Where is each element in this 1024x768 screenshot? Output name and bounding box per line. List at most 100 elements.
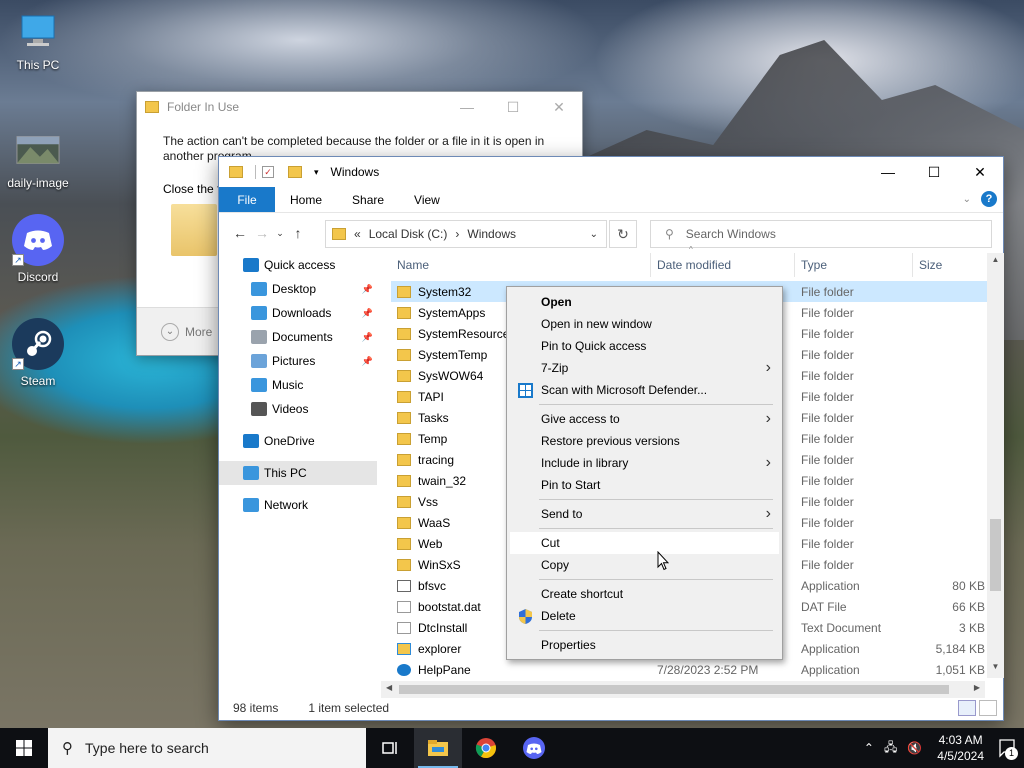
desktop-icon-label: Steam <box>20 374 56 388</box>
menu-item-restore-previous-versions[interactable]: Restore previous versions <box>510 430 779 452</box>
menu-item-send-to[interactable]: Send to › <box>510 503 779 525</box>
tab-home[interactable]: Home <box>275 187 337 212</box>
menu-item-delete[interactable]: Delete <box>510 605 779 627</box>
taskbar-chrome[interactable] <box>462 728 510 768</box>
navigation-pane: Quick access Desktop 📌 Downloads 📌 Documents 📌… <box>219 253 379 688</box>
pin-icon[interactable]: 📌 <box>362 308 373 319</box>
up-arrow-icon[interactable]: ↑ <box>287 225 309 241</box>
show-hidden-icons-icon[interactable]: ⌃ <box>864 741 874 755</box>
maximize-button[interactable]: ☐ <box>911 157 957 187</box>
tab-file[interactable]: File <box>219 187 275 212</box>
menu-item-open[interactable]: Open <box>510 291 779 313</box>
menu-item-properties[interactable]: Properties <box>510 634 779 656</box>
file-size-cell: 66 KB <box>952 599 985 614</box>
nav-item-quick-access[interactable]: Quick access <box>219 253 377 277</box>
scrollbar-thumb[interactable] <box>399 685 949 694</box>
expand-ribbon-icon[interactable]: ⌄ <box>963 194 971 205</box>
desktop-icon-steam[interactable]: ↗ Steam <box>6 318 70 388</box>
chrome-icon <box>475 738 496 759</box>
customize-toolbar-icon[interactable]: ▾ <box>314 167 319 178</box>
menu-item-pin-to-start[interactable]: Pin to Start <box>510 474 779 496</box>
taskbar-discord[interactable] <box>510 728 558 768</box>
nav-item-network[interactable]: Network <box>219 493 377 517</box>
vertical-scrollbar[interactable]: ▲ ▼ <box>987 253 1004 678</box>
menu-item-open-in-new-window[interactable]: Open in new window <box>510 313 779 335</box>
column-header-name[interactable]: Name <box>391 253 651 277</box>
status-bar: 98 items 1 item selected <box>219 696 1003 720</box>
desktop-icon-discord[interactable]: ↗ Discord <box>6 214 70 284</box>
scroll-left-icon[interactable]: ◀ <box>386 683 392 692</box>
scroll-down-icon[interactable]: ▼ <box>987 662 1004 676</box>
menu-item-give-access-to[interactable]: Give access to › <box>510 408 779 430</box>
menu-item-cut[interactable]: Cut <box>510 532 779 554</box>
nav-item-videos[interactable]: Videos <box>219 397 377 421</box>
column-header-type[interactable]: Type <box>795 253 913 277</box>
mouse-cursor-icon <box>657 551 669 571</box>
maximize-button[interactable]: ☐ <box>490 92 536 122</box>
nav-item-pictures[interactable]: Pictures 📌 <box>219 349 377 373</box>
tab-view[interactable]: View <box>399 187 455 212</box>
scrollbar-thumb[interactable] <box>990 519 1001 591</box>
desktop-icon-label: daily-image <box>7 176 69 190</box>
desktop-icon-this-pc[interactable]: This PC <box>6 10 70 72</box>
breadcrumb-local-disk[interactable]: Local Disk (C:) <box>369 227 448 241</box>
nav-item-desktop[interactable]: Desktop 📌 <box>219 277 377 301</box>
clock[interactable]: 4:03 AM 4/5/2024 <box>937 732 984 764</box>
desktop-icon-daily-image[interactable]: daily-image <box>6 128 70 190</box>
menu-item-7-zip[interactable]: 7-Zip › <box>510 357 779 379</box>
close-button[interactable]: ✕ <box>957 157 1003 187</box>
nav-item-music[interactable]: Music <box>219 373 377 397</box>
file-type-cell: DAT File <box>801 599 847 614</box>
tab-share[interactable]: Share <box>337 187 399 212</box>
back-arrow-icon[interactable]: ← <box>229 225 251 241</box>
breadcrumb-overflow[interactable]: « <box>354 227 361 241</box>
pin-icon[interactable]: 📌 <box>362 356 373 367</box>
nav-item-this-pc[interactable]: This PC <box>219 461 377 485</box>
taskbar-file-explorer[interactable] <box>414 728 462 768</box>
details-view-icon[interactable] <box>958 700 976 716</box>
nav-item-label: Downloads <box>272 306 332 320</box>
column-header-date-modified[interactable]: Date modified <box>651 253 795 277</box>
search-input[interactable]: ⚲ Search Windows <box>650 220 992 248</box>
window-title: Windows <box>330 165 380 179</box>
volume-muted-icon[interactable]: 🔇 <box>907 741 922 755</box>
chevron-down-icon[interactable]: ⌄ <box>590 229 598 240</box>
nav-item-onedrive[interactable]: OneDrive <box>219 429 377 453</box>
task-view-button[interactable] <box>366 728 414 768</box>
new-folder-icon[interactable] <box>288 166 302 178</box>
explorer-titlebar[interactable]: ✓ ▾ Windows — ☐ ✕ <box>219 157 1003 187</box>
taskbar-search-box[interactable]: ⚲ Type here to search <box>48 728 366 768</box>
file-name: tracing <box>418 452 455 467</box>
minimize-button[interactable]: — <box>865 157 911 187</box>
action-center-button[interactable]: 1 <box>994 728 1024 768</box>
menu-item-copy[interactable]: Copy <box>510 554 779 576</box>
refresh-button[interactable]: ↻ <box>609 220 637 248</box>
column-header-size[interactable]: Size <box>913 253 987 277</box>
more-details-toggle[interactable]: More <box>185 325 212 339</box>
close-button[interactable]: ✕ <box>536 92 582 122</box>
folder-icon <box>397 327 411 340</box>
menu-item-create-shortcut[interactable]: Create shortcut <box>510 583 779 605</box>
large-icons-view-icon[interactable] <box>979 700 997 716</box>
recent-locations-icon[interactable]: ⌄ <box>273 228 287 239</box>
menu-item-scan-with-microsoft-defender[interactable]: Scan with Microsoft Defender... <box>510 379 779 401</box>
properties-icon[interactable]: ✓ <box>262 166 274 178</box>
minimize-button[interactable]: — <box>444 92 490 122</box>
pin-icon[interactable]: 📌 <box>362 284 373 295</box>
menu-item-include-in-library[interactable]: Include in library › <box>510 452 779 474</box>
start-button[interactable] <box>0 728 48 768</box>
nav-item-downloads[interactable]: Downloads 📌 <box>219 301 377 325</box>
breadcrumb-windows[interactable]: Windows <box>467 227 516 241</box>
pin-icon[interactable]: 📌 <box>362 332 373 343</box>
scroll-up-icon[interactable]: ▲ <box>987 255 1004 269</box>
file-row[interactable]: HelpPane 7/28/2023 2:52 PM Application 1,05… <box>391 659 987 680</box>
help-icon[interactable]: ? <box>981 191 997 207</box>
forward-arrow-icon[interactable]: → <box>251 225 273 241</box>
scroll-right-icon[interactable]: ▶ <box>974 683 980 692</box>
menu-item-pin-to-quick-access[interactable]: Pin to Quick access <box>510 335 779 357</box>
nav-item-documents[interactable]: Documents 📌 <box>219 325 377 349</box>
chevron-down-icon[interactable]: ⌄ <box>161 322 179 341</box>
address-bar[interactable]: « Local Disk (C:) › Windows ⌄ <box>325 220 607 248</box>
network-icon[interactable]: 🖧 <box>884 738 897 759</box>
breadcrumb-separator[interactable]: › <box>455 227 459 241</box>
